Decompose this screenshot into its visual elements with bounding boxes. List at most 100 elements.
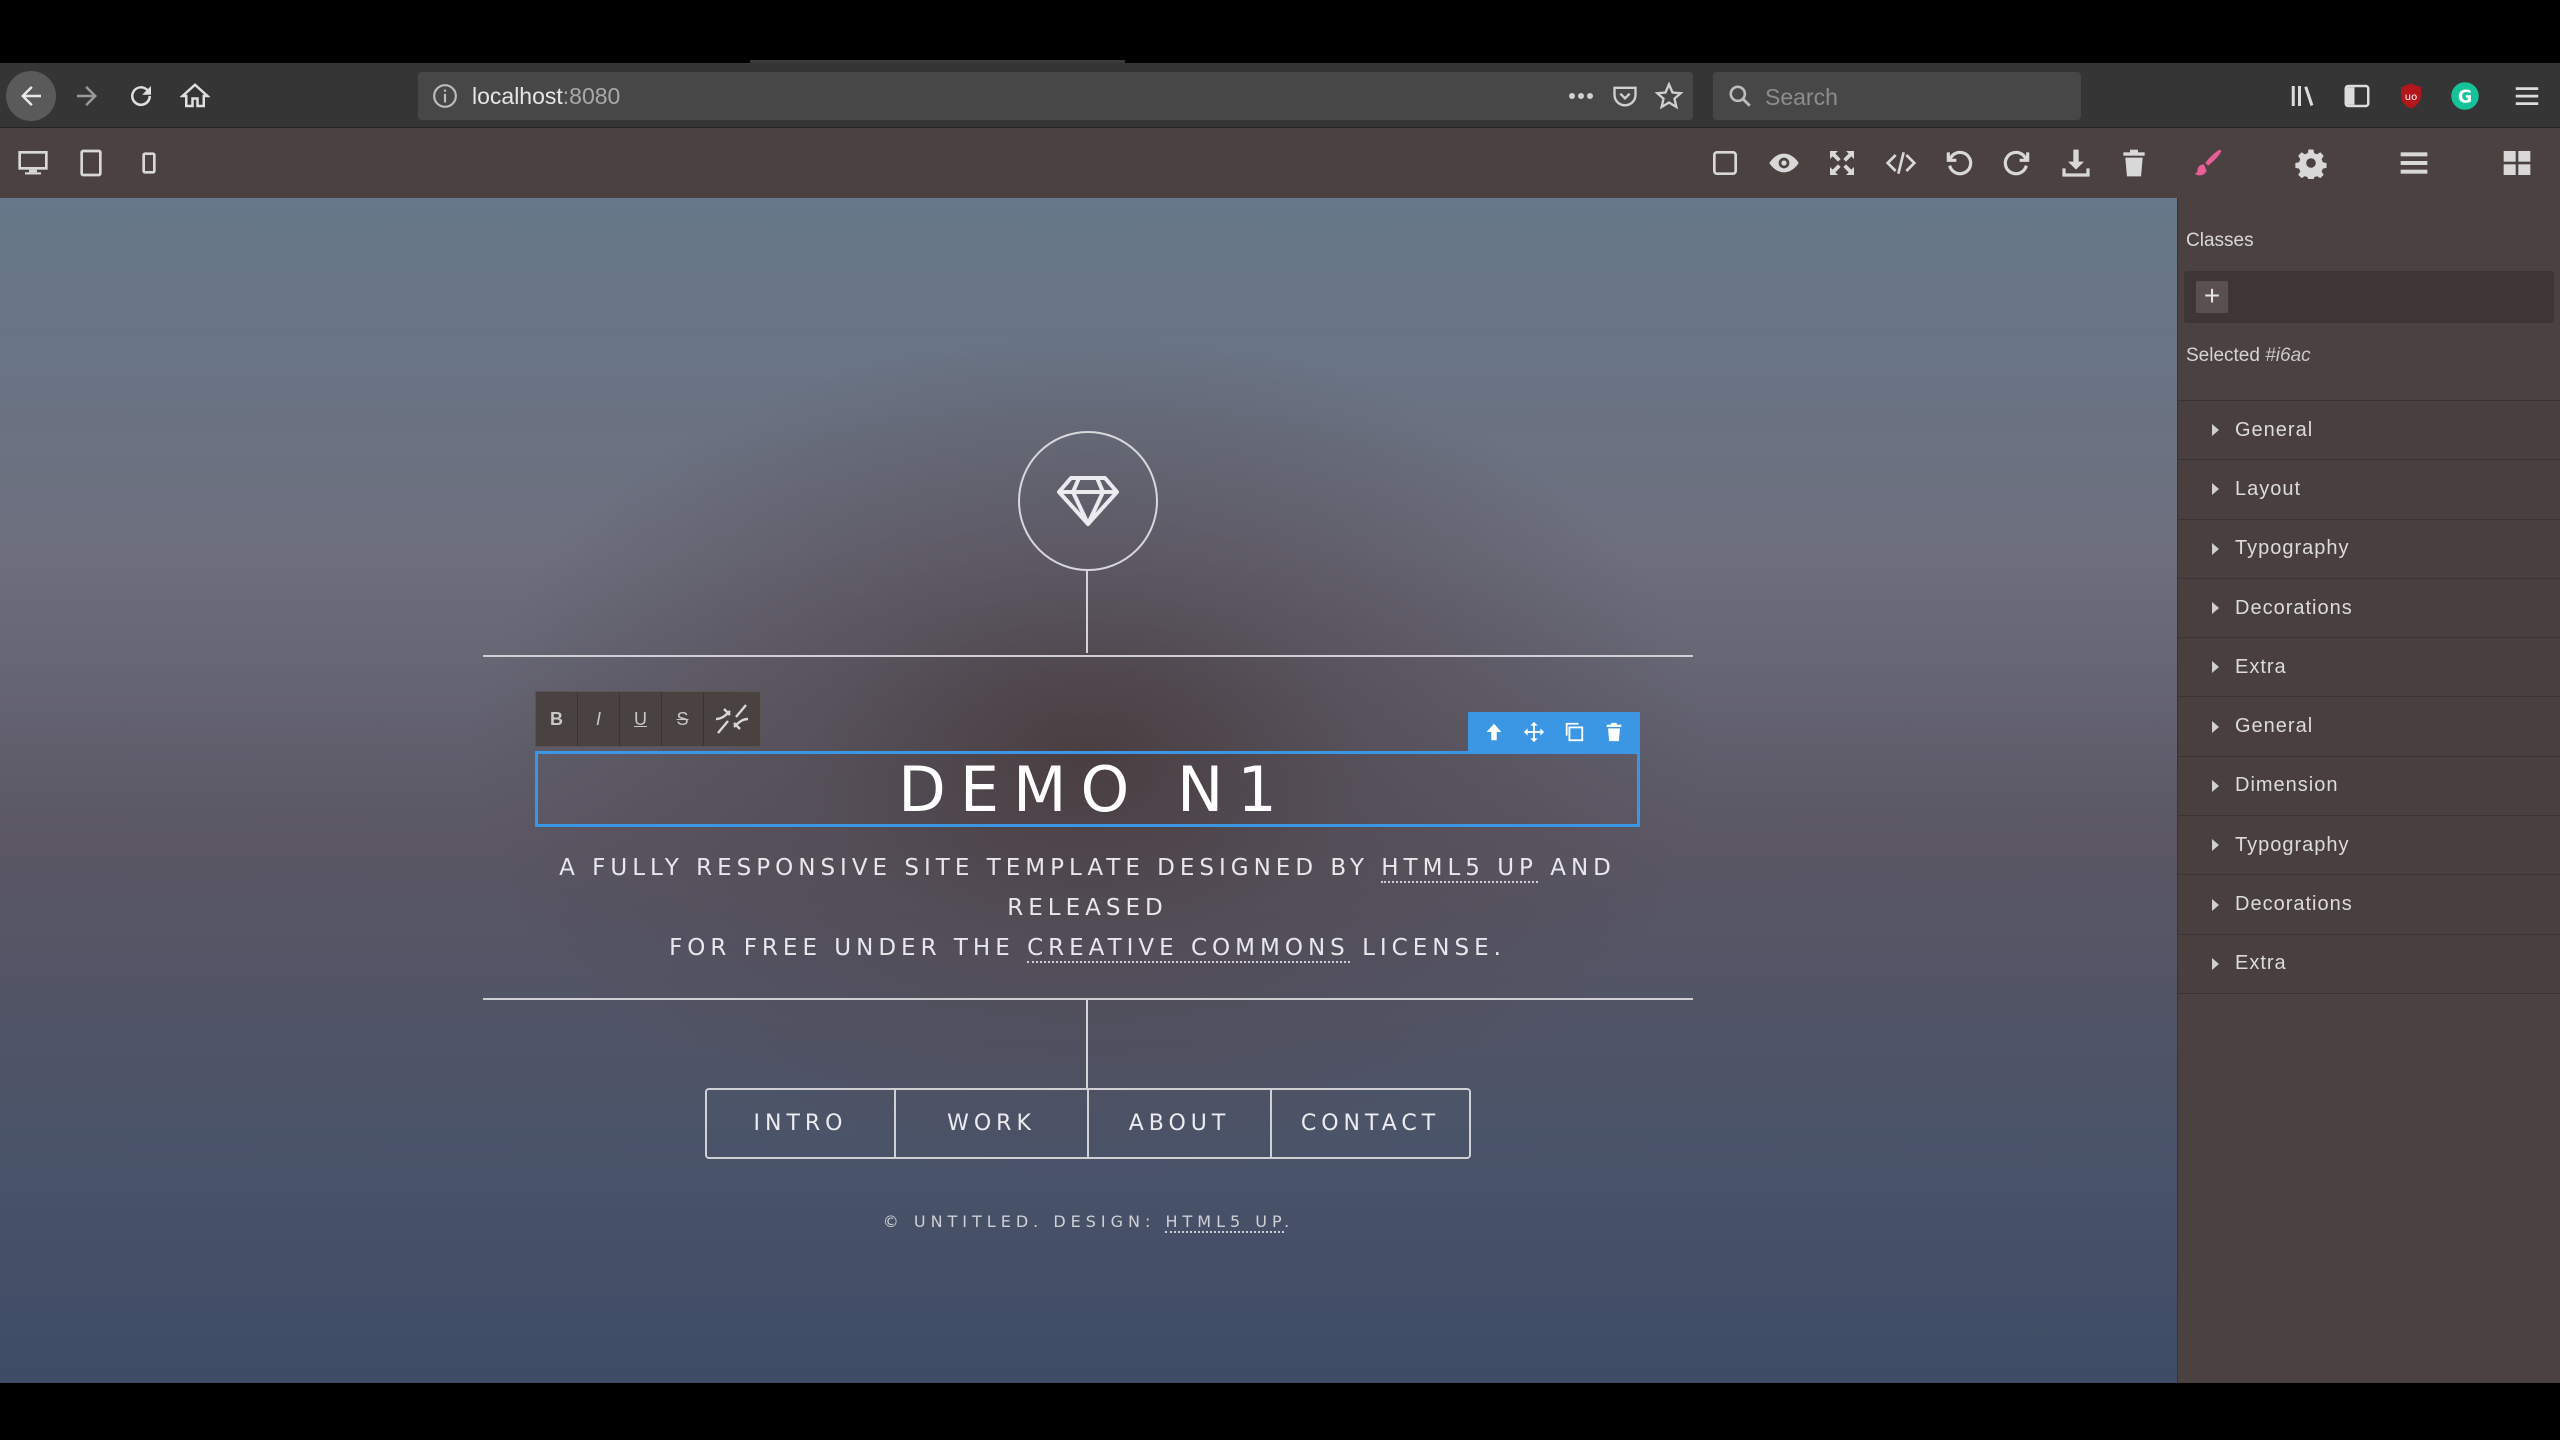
home-button[interactable]	[170, 71, 220, 121]
sector-general[interactable]: General	[2178, 401, 2560, 461]
undo-button[interactable]	[1942, 146, 1976, 180]
selected-heading-frame[interactable]: DEMO N1	[535, 751, 1640, 827]
clone-button[interactable]	[1560, 718, 1588, 746]
pocket-icon[interactable]	[1610, 82, 1640, 110]
ublock-shield-icon: uo	[2401, 83, 2421, 109]
page-subtitle[interactable]: A FULLY RESPONSIVE SITE TEMPLATE DESIGNE…	[485, 848, 1690, 968]
redo-button[interactable]	[2000, 146, 2034, 180]
sector-label: Dimension	[2235, 774, 2339, 797]
library-button[interactable]	[2286, 79, 2320, 113]
strikethrough-button[interactable]: S	[662, 692, 704, 746]
sector-label: General	[2235, 418, 2314, 441]
move-arrows-icon	[1523, 721, 1545, 743]
sector-typography-2[interactable]: Typography	[2178, 816, 2560, 876]
sector-extra[interactable]: Extra	[2178, 638, 2560, 698]
sidebar-toggle-button[interactable]	[2340, 79, 2374, 113]
device-mobile-button[interactable]	[132, 146, 166, 180]
sector-label: Decorations	[2235, 893, 2353, 916]
clear-canvas-button[interactable]	[2117, 146, 2151, 180]
sector-dimension[interactable]: Dimension	[2178, 756, 2560, 817]
nav-contact[interactable]: CONTACT	[1272, 1090, 1469, 1157]
caret-right-icon	[2212, 602, 2219, 615]
download-icon	[2062, 149, 2090, 177]
footer-end: .	[1284, 1212, 1295, 1231]
home-icon	[180, 83, 210, 108]
url-text[interactable]: localhost:8080	[472, 83, 620, 110]
bold-button[interactable]: B	[536, 692, 578, 746]
add-class-button[interactable]: +	[2196, 281, 2228, 313]
sector-extra-2[interactable]: Extra	[2178, 934, 2560, 994]
select-parent-button[interactable]	[1480, 718, 1508, 746]
style-manager-button[interactable]	[2191, 146, 2225, 180]
sector-label: Extra	[2235, 655, 2287, 678]
forward-button[interactable]	[62, 71, 112, 121]
blocks-icon	[2503, 151, 2531, 175]
browser-search-box[interactable]: Search	[1713, 72, 2081, 120]
search-placeholder: Search	[1765, 84, 1838, 110]
sector-decorations[interactable]: Decorations	[2178, 578, 2560, 639]
nav-about[interactable]: ABOUT	[1089, 1090, 1272, 1157]
rich-text-toolbar: B I U S	[535, 691, 761, 747]
sector-typography[interactable]: Typography	[2178, 519, 2560, 579]
square-outline-icon	[1713, 151, 1737, 175]
classes-label: Classes	[2186, 230, 2254, 251]
desktop-icon	[18, 151, 48, 175]
site-logo[interactable]	[1018, 431, 1158, 571]
sector-label: Typography	[2235, 833, 2350, 856]
sector-label: Decorations	[2235, 596, 2353, 619]
sw-visibility-button[interactable]	[1708, 146, 1742, 180]
component-toolbar	[1468, 712, 1640, 752]
device-tablet-button[interactable]	[74, 146, 108, 180]
link-button[interactable]	[704, 692, 760, 746]
sector-decorations-2[interactable]: Decorations	[2178, 875, 2560, 935]
device-desktop-button[interactable]	[16, 146, 50, 180]
html5up-link[interactable]: HTML5 UP	[1381, 855, 1538, 883]
import-button[interactable]	[2059, 146, 2093, 180]
creative-commons-link[interactable]: CREATIVE COMMONS	[1027, 935, 1350, 963]
reload-icon	[131, 86, 152, 107]
selected-id[interactable]: #i6ac	[2265, 345, 2310, 366]
nav-intro[interactable]: INTRO	[707, 1090, 896, 1157]
sector-label: Typography	[2235, 537, 2350, 560]
grammarly-extension-button[interactable]: G	[2448, 79, 2482, 113]
url-bar[interactable]: localhost:8080	[418, 72, 1693, 120]
move-button[interactable]	[1520, 718, 1548, 746]
grammarly-icon: G	[2451, 82, 2479, 110]
style-manager-panel: Classes + Selected #i6ac General Layout …	[2177, 198, 2560, 1383]
caret-right-icon	[2212, 779, 2219, 792]
info-icon[interactable]	[432, 83, 458, 109]
nav-work[interactable]: WORK	[896, 1090, 1089, 1157]
sector-layout[interactable]: Layout	[2178, 460, 2560, 520]
classes-field[interactable]: +	[2184, 271, 2554, 323]
browser-menu-button[interactable]	[2510, 79, 2544, 113]
caret-right-icon	[2212, 957, 2219, 970]
bookmark-star-icon[interactable]	[1654, 82, 1684, 110]
logo-connector-line	[1086, 571, 1088, 653]
ublock-extension-button[interactable]: uo	[2394, 79, 2428, 113]
caret-right-icon	[2212, 898, 2219, 911]
preview-button[interactable]	[1767, 146, 1801, 180]
block-manager-button[interactable]	[2500, 146, 2534, 180]
reload-button[interactable]	[116, 71, 166, 121]
export-code-button[interactable]	[1884, 146, 1918, 180]
back-button[interactable]	[6, 71, 56, 121]
page-title[interactable]: DEMO N1	[884, 753, 1291, 826]
sector-label: Extra	[2235, 952, 2287, 975]
arrow-right-icon	[77, 86, 97, 106]
search-icon	[1729, 85, 1751, 107]
delete-component-button[interactable]	[1600, 718, 1628, 746]
trash-icon	[1606, 722, 1622, 742]
sector-label: Layout	[2235, 477, 2302, 500]
italic-button[interactable]: I	[578, 692, 620, 746]
arrow-left-icon	[21, 86, 41, 106]
layer-manager-button[interactable]	[2397, 146, 2431, 180]
caret-right-icon	[2212, 661, 2219, 674]
underline-button[interactable]: U	[620, 692, 662, 746]
more-actions-icon[interactable]	[1566, 82, 1596, 110]
fullscreen-button[interactable]	[1825, 146, 1859, 180]
editor-canvas[interactable]: B I U S DEMO N1 A FULLY RESPONSIVE SITE …	[0, 198, 2177, 1383]
trait-manager-button[interactable]	[2294, 146, 2328, 180]
sector-general-2[interactable]: General	[2178, 697, 2560, 757]
svg-text:G: G	[2458, 87, 2472, 107]
footer-html5up-link[interactable]: HTML5 UP	[1165, 1212, 1285, 1233]
